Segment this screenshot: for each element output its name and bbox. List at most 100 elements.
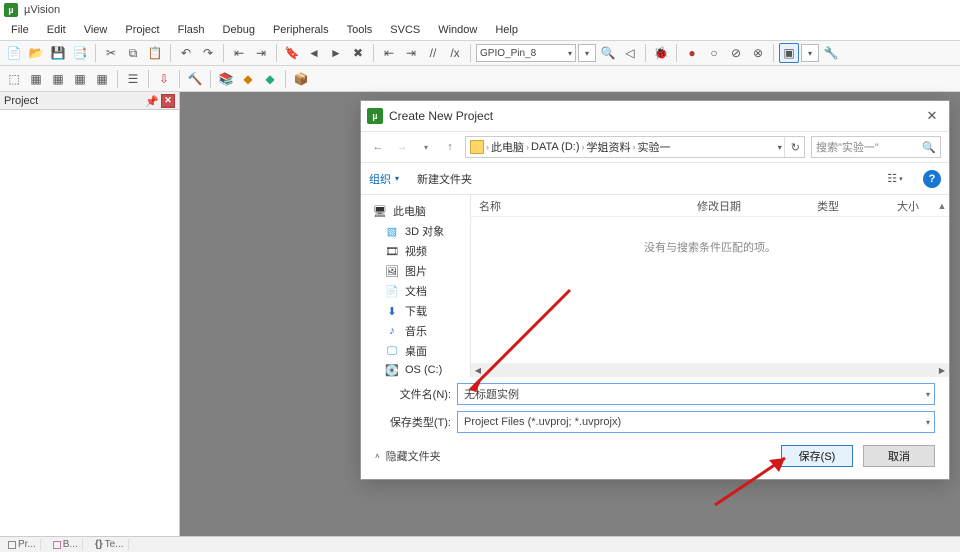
column-type[interactable]: 类型	[809, 195, 889, 216]
menu-project[interactable]: Project	[118, 23, 166, 37]
close-panel-icon[interactable]: ✕	[161, 94, 175, 108]
scroll-right-icon[interactable]: ▶	[935, 363, 949, 377]
breakpoint-icon[interactable]: ●	[682, 43, 702, 63]
breadcrumb-part[interactable]: DATA (D:)	[531, 141, 579, 153]
menu-file[interactable]: File	[4, 23, 36, 37]
history-dropdown-icon[interactable]: ▾	[778, 143, 782, 152]
manage-addons-icon[interactable]: ◆	[260, 69, 280, 89]
horizontal-scrollbar[interactable]: ◀ ▶	[471, 363, 949, 377]
find-prev-icon[interactable]: ◁	[620, 43, 640, 63]
menu-help[interactable]: Help	[488, 23, 525, 37]
breakpoint-remove-icon[interactable]: ⊘	[726, 43, 746, 63]
window-layout-icon[interactable]: ▣	[779, 43, 799, 63]
chevron-down-icon[interactable]: ▾	[926, 418, 930, 427]
column-date[interactable]: 修改日期	[689, 195, 809, 216]
indent-left-icon[interactable]: ⇤	[379, 43, 399, 63]
menu-debug[interactable]: Debug	[216, 23, 262, 37]
comment-icon[interactable]: //	[423, 43, 443, 63]
scroll-left-icon[interactable]: ◀	[471, 363, 485, 377]
manage-books-icon[interactable]: 📚	[216, 69, 236, 89]
cancel-button[interactable]: 取消	[863, 445, 935, 467]
tree-item-label[interactable]: 此电脑	[393, 203, 426, 219]
breakpoint-disable-icon[interactable]: ○	[704, 43, 724, 63]
chevron-down-icon[interactable]: ▾	[926, 390, 930, 399]
bookmark-icon[interactable]: 🔖	[282, 43, 302, 63]
redo-icon[interactable]: ↷	[198, 43, 218, 63]
build-icon[interactable]: ⬚	[4, 69, 24, 89]
save-all-icon[interactable]: 📑	[70, 43, 90, 63]
navigation-tree[interactable]: 🖥此电脑 ▧3D 对象 🎞视频 🖼图片 📄文档 ⬇下载 ♪音乐 🖵桌面 💽OS …	[361, 195, 471, 377]
tree-item-label[interactable]: 桌面	[405, 343, 427, 359]
nav-back-icon[interactable]: ⇤	[229, 43, 249, 63]
tree-item-label[interactable]: 文档	[405, 283, 427, 299]
stop-build-icon[interactable]: ☰	[123, 69, 143, 89]
open-file-icon[interactable]: 📂	[26, 43, 46, 63]
tree-item-label[interactable]: 3D 对象	[405, 223, 444, 239]
menu-peripherals[interactable]: Peripherals	[266, 23, 336, 37]
pack-installer-icon[interactable]: 📦	[291, 69, 311, 89]
nav-up-button[interactable]: ↑	[441, 138, 459, 156]
new-file-icon[interactable]: 📄	[4, 43, 24, 63]
file-type-select[interactable]: Project Files (*.uvproj; *.uvprojx) ▾	[457, 411, 935, 433]
options-icon[interactable]: 🔨	[185, 69, 205, 89]
tree-item-label[interactable]: 音乐	[405, 323, 427, 339]
save-icon[interactable]: 💾	[48, 43, 68, 63]
find-icon[interactable]: 🔍	[598, 43, 618, 63]
breadcrumb-part[interactable]: 此电脑	[491, 139, 524, 155]
nav-back-button[interactable]: ←	[369, 138, 387, 156]
debug-icon[interactable]: 🐞	[651, 43, 671, 63]
menu-view[interactable]: View	[77, 23, 115, 37]
hide-folders-toggle[interactable]: ˄隐藏文件夹	[375, 448, 441, 464]
statusbar-tab-project[interactable]: Pr...	[4, 539, 41, 550]
target-combo[interactable]: GPIO_Pin_8 ▾	[476, 44, 576, 62]
nav-forward-button[interactable]: →	[393, 138, 411, 156]
build-target-icon[interactable]: ▦	[26, 69, 46, 89]
statusbar-tab-templates[interactable]: {}Te...	[91, 539, 129, 550]
breadcrumb-part[interactable]: 学姐资料	[586, 139, 630, 155]
new-folder-button[interactable]: 新建文件夹	[417, 171, 472, 187]
statusbar-tab-books[interactable]: B...	[49, 539, 83, 550]
menu-edit[interactable]: Edit	[40, 23, 73, 37]
nav-recent-dropdown[interactable]: ▾	[417, 138, 435, 156]
download-icon[interactable]: ⇩	[154, 69, 174, 89]
bookmark-clear-icon[interactable]: ✖	[348, 43, 368, 63]
paste-icon[interactable]: 📋	[145, 43, 165, 63]
tree-item-label[interactable]: OS (C:)	[405, 364, 442, 376]
bookmark-prev-icon[interactable]: ◄	[304, 43, 324, 63]
bookmark-next-icon[interactable]: ►	[326, 43, 346, 63]
view-options-dropdown[interactable]: ☷▾	[885, 169, 905, 189]
breakpoint-kill-icon[interactable]: ⊗	[748, 43, 768, 63]
scroll-up-icon[interactable]: ▲	[935, 199, 949, 213]
indent-right-icon[interactable]: ⇥	[401, 43, 421, 63]
column-name[interactable]: 名称	[471, 195, 689, 216]
search-input[interactable]: 搜索"实验一" 🔍	[811, 136, 941, 158]
refresh-icon[interactable]: ↻	[791, 141, 800, 154]
tree-item-label[interactable]: 下载	[405, 303, 427, 319]
menu-svcs[interactable]: SVCS	[383, 23, 427, 37]
tree-item-label[interactable]: 图片	[405, 263, 427, 279]
help-icon[interactable]: ?	[923, 170, 941, 188]
menu-flash[interactable]: Flash	[171, 23, 212, 37]
target-dropdown[interactable]: ▾	[578, 44, 596, 62]
nav-fwd-icon[interactable]: ⇥	[251, 43, 271, 63]
undo-icon[interactable]: ↶	[176, 43, 196, 63]
cut-icon[interactable]: ✂	[101, 43, 121, 63]
file-name-input[interactable]: 无标题实例 ▾	[457, 383, 935, 405]
tree-item-label[interactable]: 视频	[405, 243, 427, 259]
batch-build-icon[interactable]: ▦	[70, 69, 90, 89]
copy-icon[interactable]: ⧉	[123, 43, 143, 63]
manage-components-icon[interactable]: ◆	[238, 69, 258, 89]
pin-icon[interactable]: 📌	[145, 95, 157, 107]
project-tree-area[interactable]	[0, 110, 179, 536]
configure-icon[interactable]: 🔧	[821, 43, 841, 63]
file-listview[interactable]: ▲ 名称 修改日期 类型 大小 没有与搜索条件匹配的项。 ◀ ▶	[471, 195, 949, 377]
rebuild-icon[interactable]: ▦	[48, 69, 68, 89]
translate-icon[interactable]: ▦	[92, 69, 112, 89]
menu-tools[interactable]: Tools	[340, 23, 380, 37]
menu-window[interactable]: Window	[431, 23, 484, 37]
layout-dropdown[interactable]: ▾	[801, 44, 819, 62]
address-breadcrumb[interactable]: › 此电脑› DATA (D:)› 学姐资料› 实验一 ▾ ↻	[465, 136, 805, 158]
breadcrumb-part[interactable]: 实验一	[637, 139, 670, 155]
organize-dropdown[interactable]: 组织▾	[369, 171, 399, 187]
dialog-close-button[interactable]: ✕	[921, 105, 943, 127]
